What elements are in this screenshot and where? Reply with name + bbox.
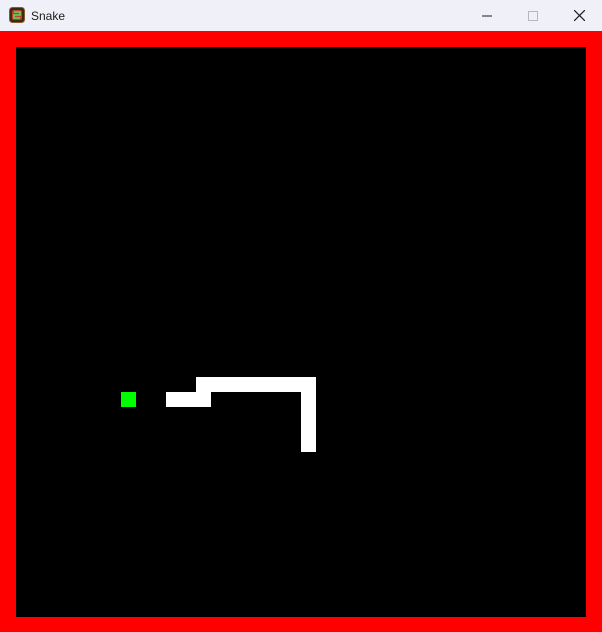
food-pellet (121, 392, 136, 407)
title-bar[interactable]: Snake (0, 0, 602, 31)
snake-segment (166, 392, 181, 407)
snake-segment (181, 392, 196, 407)
snake-segment (211, 377, 226, 392)
maximize-button[interactable] (510, 0, 556, 31)
snake-segment (256, 377, 271, 392)
snake-segment (271, 377, 286, 392)
game-arena[interactable] (16, 47, 586, 617)
snake-window: Snake (0, 0, 602, 632)
window-title: Snake (31, 9, 66, 23)
snake-segment (301, 377, 316, 392)
snake-segment (301, 422, 316, 437)
board-background (16, 47, 586, 617)
snake-segment (226, 377, 241, 392)
snake-segment (301, 407, 316, 422)
snake-app-icon (9, 7, 25, 23)
minimize-icon (482, 15, 492, 16)
close-icon (573, 10, 585, 21)
snake-segment (196, 377, 211, 392)
snake-head (301, 437, 316, 452)
snake-segment (301, 392, 316, 407)
close-button[interactable] (556, 0, 602, 31)
snake-segment (241, 377, 256, 392)
game-board (16, 47, 586, 617)
game-border (0, 31, 602, 632)
minimize-button[interactable] (464, 0, 510, 31)
snake-segment (196, 392, 211, 407)
maximize-icon (528, 10, 538, 21)
snake-segment (286, 377, 301, 392)
